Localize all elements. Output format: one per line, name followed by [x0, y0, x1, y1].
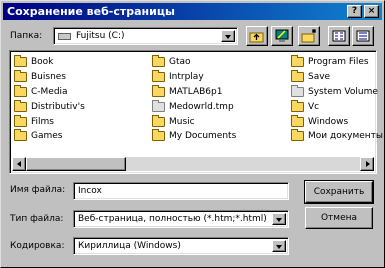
list-item[interactable]: My Documents [152, 129, 236, 144]
folder-icon [14, 129, 27, 142]
filename-input[interactable]: Incox [73, 182, 289, 200]
file-column-2: Gtao Intrplay MATLAB6p1 Medowrld.tmp Mus… [152, 55, 236, 144]
location-dropdown[interactable]: Fujitsu (C:) [53, 27, 238, 45]
horizontal-scrollbar[interactable] [12, 157, 374, 171]
filetype-dropdown-arrow[interactable] [272, 213, 286, 225]
folder-icon [291, 84, 304, 97]
chevron-left-icon [17, 161, 21, 167]
encoding-value: Кириллица (Windows) [78, 241, 181, 251]
up-folder-icon [249, 32, 264, 43]
list-item[interactable]: C-Media [14, 84, 85, 100]
folder-icon [291, 99, 304, 112]
list-item[interactable]: Films [14, 114, 85, 129]
chevron-down-icon [276, 218, 282, 222]
list-item[interactable]: Book [14, 55, 85, 70]
folder-icon [14, 55, 27, 68]
folder-icon [14, 84, 27, 97]
filename-label: Имя файла: [10, 185, 66, 195]
folder-icon [152, 70, 165, 83]
scroll-left-button[interactable] [12, 157, 26, 171]
scrollbar-thumb[interactable] [26, 157, 126, 171]
folder-icon [152, 114, 165, 127]
list-item[interactable]: Save [291, 70, 383, 85]
folder-icon [291, 55, 304, 68]
desktop-icon [275, 29, 289, 42]
help-icon: ? [351, 6, 358, 16]
filename-value: Incox [78, 186, 102, 196]
new-folder-button[interactable] [298, 26, 320, 46]
location-value: Fujitsu (C:) [76, 31, 125, 41]
file-column-3: Program Files Save System Volume Vc Wind… [291, 55, 383, 144]
list-view-button[interactable] [328, 26, 350, 46]
chevron-down-icon [276, 245, 282, 249]
up-one-level-button[interactable] [246, 26, 268, 46]
window-title: Сохранение веб-страницы [7, 5, 175, 18]
new-folder-icon [301, 29, 316, 43]
list-item[interactable]: Мои документы [291, 129, 383, 144]
close-icon: × [367, 6, 376, 16]
location-dropdown-arrow[interactable] [221, 30, 235, 42]
desktop-button[interactable] [271, 26, 293, 46]
folder-icon [291, 70, 304, 83]
folder-icon [291, 114, 304, 127]
encoding-dropdown-arrow[interactable] [272, 240, 286, 252]
filetype-value: Веб-страница, полностью (*.htm;*.html) [78, 214, 267, 224]
details-view-button[interactable] [352, 26, 374, 46]
list-item[interactable]: System Volume [291, 84, 383, 100]
folder-icon [152, 99, 165, 112]
file-list[interactable]: Book Buisnes C-Media Distributiv's Films… [9, 50, 383, 174]
folder-icon [14, 114, 27, 127]
list-item[interactable]: Games [14, 129, 85, 144]
chevron-down-icon [225, 35, 231, 39]
list-item[interactable]: Distributiv's [14, 99, 85, 114]
list-item[interactable]: Medowrld.tmp [152, 99, 236, 114]
file-column-1: Book Buisnes C-Media Distributiv's Films… [14, 55, 85, 144]
list-item[interactable]: Buisnes [14, 70, 85, 85]
drive-icon [58, 33, 71, 40]
folder-icon [14, 70, 27, 83]
encoding-label: Кодировка: [10, 241, 65, 251]
list-item[interactable]: Program Files [291, 55, 383, 70]
scroll-right-button[interactable] [360, 157, 374, 171]
folder-icon [14, 99, 27, 112]
encoding-dropdown[interactable]: Кириллица (Windows) [73, 237, 289, 255]
folder-icon [152, 129, 165, 142]
list-item[interactable]: Gtao [152, 55, 236, 70]
close-button[interactable]: × [364, 5, 379, 18]
list-item[interactable]: Intrplay [152, 70, 236, 85]
list-item[interactable]: MATLAB6p1 [152, 84, 236, 100]
list-item[interactable]: Vc [291, 99, 383, 114]
save-button[interactable]: Сохранить [304, 180, 374, 204]
filetype-label: Тип файла: [10, 214, 64, 224]
folder-icon [152, 55, 165, 68]
title-bar[interactable]: Сохранение веб-страницы ? × [3, 3, 382, 20]
folder-icon [291, 129, 304, 142]
list-item[interactable]: Windows [291, 114, 383, 129]
filetype-dropdown[interactable]: Веб-страница, полностью (*.htm;*.html) [73, 210, 289, 228]
list-view-icon [332, 30, 346, 42]
chevron-right-icon [366, 161, 370, 167]
details-view-icon [356, 30, 370, 42]
list-item[interactable]: Music [152, 114, 236, 129]
folder-icon [152, 84, 165, 97]
save-web-page-dialog: Сохранение веб-страницы ? × Папка: Fujit… [0, 0, 385, 268]
cancel-button[interactable]: Отмена [305, 207, 373, 229]
help-button[interactable]: ? [347, 5, 362, 18]
location-label: Папка: [10, 31, 43, 41]
